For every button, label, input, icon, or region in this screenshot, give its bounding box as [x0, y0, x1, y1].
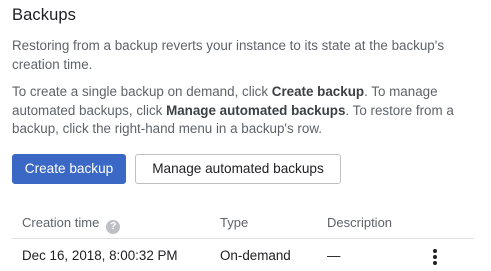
instructions-text: To create a single backup on demand, cli…	[12, 83, 488, 139]
section-title: Backups	[12, 6, 76, 24]
backups-table: Creation time? Type Description Dec 16, …	[12, 206, 474, 271]
manage-automated-backups-button[interactable]: Manage automated backups	[135, 154, 341, 184]
header-type: Type	[220, 215, 249, 230]
create-backup-button[interactable]: Create backup	[12, 154, 126, 184]
header-creation-time-label: Creation time	[22, 215, 100, 230]
help-icon[interactable]: ?	[106, 220, 121, 234]
create-backup-reference: Create backup	[271, 84, 365, 99]
cell-type: On-demand	[220, 248, 291, 263]
header-creation-time: Creation time?	[22, 215, 121, 234]
cell-creation-time: Dec 16, 2018, 8:00:32 PM	[22, 248, 178, 263]
more-vert-icon[interactable]	[426, 246, 444, 268]
table-header: Creation time? Type Description	[12, 206, 474, 239]
header-description: Description	[327, 215, 393, 230]
table-row: Dec 16, 2018, 8:00:32 PM On-demand —	[12, 239, 474, 271]
instructions-part-1: To create a single backup on demand, cli…	[12, 84, 272, 99]
backups-panel: Backups Restoring from a backup reverts …	[12, 0, 491, 271]
manage-backups-reference: Manage automated backups	[166, 102, 346, 118]
restore-info-text: Restoring from a backup reverts your ins…	[12, 38, 445, 72]
cell-description: —	[327, 248, 341, 263]
